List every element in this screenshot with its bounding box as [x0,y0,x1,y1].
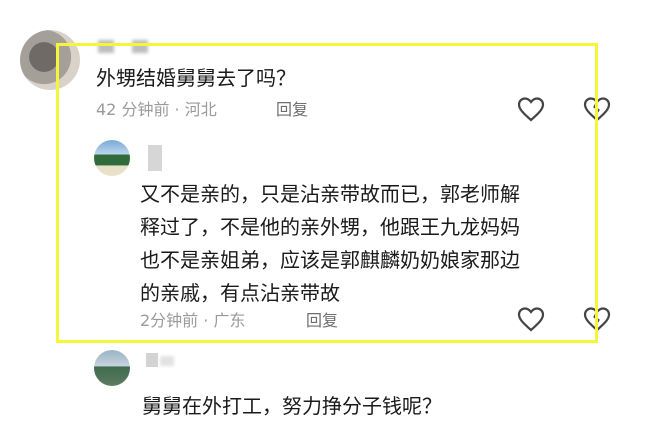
username-redacted[interactable] [160,356,174,366]
avatar[interactable] [94,350,130,386]
comment-text: 舅舅在外打工，努力挣分子钱呢？ [142,394,442,418]
username-redacted[interactable] [146,353,158,367]
highlight-box [56,43,598,343]
